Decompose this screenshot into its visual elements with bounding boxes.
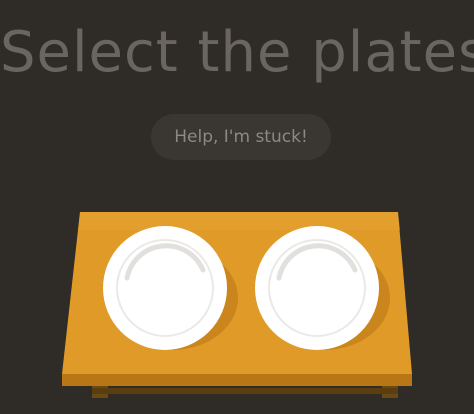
game-stage: Select the plates Help, I'm stuck! bbox=[0, 0, 474, 414]
table-front-edge bbox=[62, 374, 412, 386]
table-top-shade bbox=[78, 212, 400, 230]
table-leg-bar bbox=[92, 388, 398, 394]
table-scene bbox=[62, 212, 412, 398]
